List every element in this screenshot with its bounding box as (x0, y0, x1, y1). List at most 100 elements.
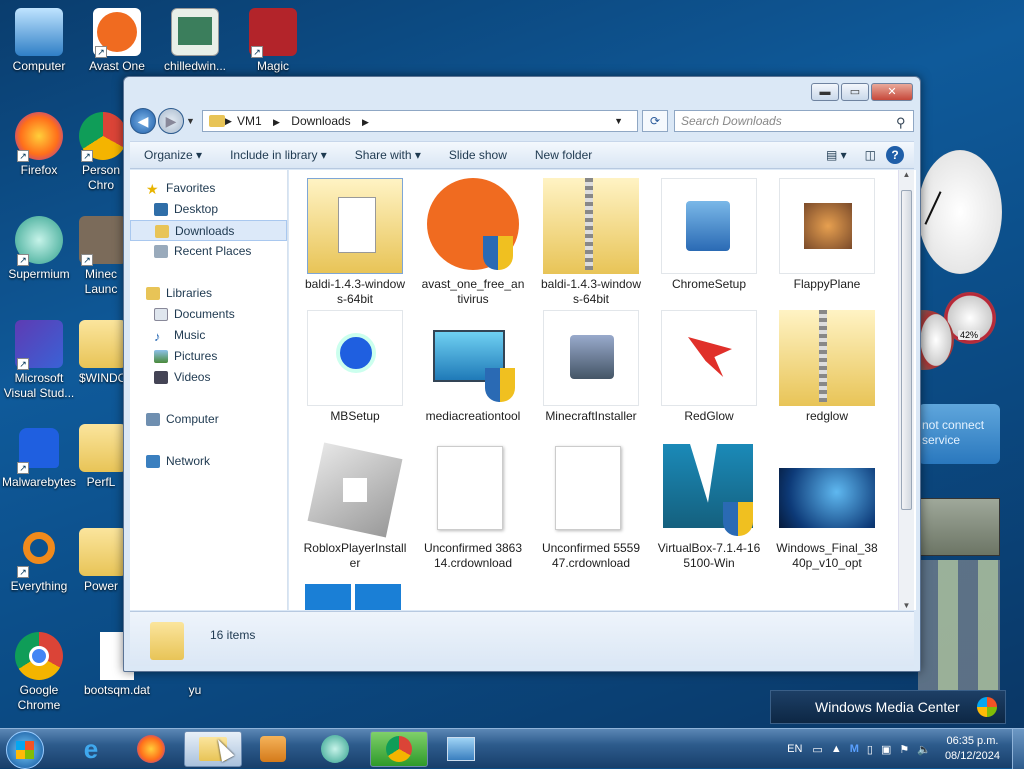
breadcrumb-separator[interactable]: ▶ (273, 117, 280, 127)
media-center-gadget[interactable]: Windows Media Center (770, 690, 1006, 724)
cpu-meter-gadget[interactable]: 42% (918, 290, 998, 378)
nav-computer[interactable]: Computer (130, 409, 287, 430)
desktop-icon-avast[interactable]: ↗ Avast One (79, 8, 155, 74)
taskbar-windows-explorer[interactable] (184, 731, 242, 767)
taskbar-control-panel[interactable] (432, 731, 490, 767)
taskbar-firefox[interactable] (122, 731, 180, 767)
nav-libraries[interactable]: Libraries (130, 283, 287, 304)
file-item[interactable] (355, 584, 401, 610)
slide-show-button[interactable]: Slide show (435, 148, 521, 162)
desktop-icon-computer[interactable]: Computer (1, 8, 77, 74)
desktop-icon-label: Malwarebytes (1, 475, 77, 489)
nav-network[interactable]: Network (130, 451, 287, 472)
back-button[interactable]: ◀ (130, 108, 156, 134)
show-hidden-icons-icon[interactable]: ▲ (831, 743, 842, 755)
nav-recent-places[interactable]: Recent Places (130, 241, 287, 262)
maximize-button[interactable]: ▭ (841, 83, 869, 101)
help-icon[interactable]: ? (886, 146, 904, 164)
desktop-icon-minecraft[interactable]: ↗ Minec Launc (79, 216, 123, 297)
file-item[interactable]: MBSetup (303, 310, 407, 424)
file-item[interactable]: Unconfirmed 386314.crdownload (421, 442, 525, 571)
taskbar-supermium[interactable] (306, 731, 364, 767)
file-item[interactable]: RobloxPlayerInstaller (303, 442, 407, 571)
file-item[interactable]: baldi-1.4.3-windows-64bit (539, 178, 643, 307)
desktop-icon-perfl[interactable]: PerfL (79, 424, 123, 490)
vertical-scrollbar[interactable]: ▲ ▼ (898, 170, 914, 610)
desktop-icon-power[interactable]: Power (79, 528, 123, 594)
network-icon[interactable]: ▣ (881, 743, 891, 756)
file-item[interactable]: VirtualBox-7.1.4-165100-Win (657, 442, 761, 571)
file-item[interactable] (305, 584, 351, 610)
file-item[interactable]: FlappyPlane (775, 178, 879, 292)
breadcrumb-separator[interactable]: ▶ (362, 117, 369, 127)
file-item[interactable]: ChromeSetup (657, 178, 761, 292)
action-center-flag-icon[interactable]: ⚑ (899, 743, 909, 756)
file-item[interactable]: baldi-1.4.3-windows-64bit (303, 178, 407, 307)
taskbar-internet-explorer[interactable]: e (62, 731, 120, 767)
desktop-icon-vstudio[interactable]: ↗ Microsoft Visual Stud... (1, 320, 77, 401)
system-tray: EN ▭ ▲ M ▯ ▣ ⚑ 🔈 06:35 p.m. 08/12/2024 (787, 729, 1024, 769)
start-button[interactable] (6, 731, 44, 769)
keyboard-icon[interactable]: ▭ (812, 743, 822, 756)
file-item[interactable]: mediacreationtool (421, 310, 525, 424)
nav-videos[interactable]: Videos (130, 367, 287, 388)
file-item[interactable]: Windows_Final_3840p_v10_opt (775, 442, 879, 571)
desktop-icon-magic[interactable]: ↗ Magic (235, 8, 311, 74)
taskbar-chrome[interactable] (370, 731, 428, 767)
desktop-icon-google-chrome[interactable]: Google Chrome (1, 632, 77, 713)
minimize-button[interactable]: ▬ (811, 83, 839, 101)
nav-music[interactable]: ♪ Music (130, 325, 287, 346)
documents-icon (154, 308, 168, 321)
file-item[interactable]: avast_one_free_antivirus (421, 178, 525, 307)
scroll-up-icon[interactable]: ▲ (899, 170, 914, 179)
clock-gadget[interactable] (918, 150, 1002, 274)
new-folder-button[interactable]: New folder (521, 148, 606, 162)
nav-documents[interactable]: Documents (130, 304, 287, 325)
search-icon[interactable]: ⚲ (896, 115, 906, 131)
organize-button[interactable]: Organize ▾ (130, 148, 216, 162)
volume-muted-icon[interactable]: 🔈 (917, 743, 931, 756)
desktop-icon-firefox[interactable]: ↗ Firefox (1, 112, 77, 178)
share-with-button[interactable]: Share with ▾ (341, 148, 435, 162)
weather-gadget[interactable]: not connect service (918, 404, 1000, 464)
desktop-icon-chilledwin[interactable]: chilledwin... (157, 8, 233, 74)
show-desktop-button[interactable] (1012, 729, 1024, 769)
calendar-gadget[interactable] (918, 560, 1000, 690)
taskbar-media-player[interactable] (244, 731, 302, 767)
language-indicator[interactable]: EN (787, 743, 802, 755)
file-item[interactable]: redglow (775, 310, 879, 424)
devices-icon[interactable]: ▯ (867, 743, 873, 756)
preview-pane-button[interactable]: ◫ (855, 148, 886, 162)
nav-favorites[interactable]: ★ Favorites (130, 178, 287, 199)
explorer-window[interactable]: ▬ ▭ ✕ ◀ ▶ ▼ ▶ VM1 ▶ Downloads ▶ ▼ ⟳ Sear… (123, 76, 921, 672)
file-item[interactable]: Unconfirmed 555947.crdownload (539, 442, 643, 571)
nav-downloads[interactable]: Downloads (130, 220, 287, 241)
breadcrumb[interactable]: ▶ VM1 ▶ Downloads ▶ ▼ (202, 110, 638, 132)
scroll-down-icon[interactable]: ▼ (899, 601, 914, 610)
slideshow-gadget[interactable] (918, 498, 1000, 556)
refresh-button[interactable]: ⟳ (642, 110, 668, 132)
close-button[interactable]: ✕ (871, 83, 913, 101)
file-item[interactable]: RedGlow (657, 310, 761, 424)
view-options-button[interactable]: ▤ ▾ (818, 148, 855, 162)
nav-pictures[interactable]: Pictures (130, 346, 287, 367)
breadcrumb-separator[interactable]: ▶ (225, 111, 232, 131)
forward-button[interactable]: ▶ (158, 108, 184, 134)
nav-desktop[interactable]: Desktop (130, 199, 287, 220)
desktop-icon-windows-folder[interactable]: $WINDO (79, 320, 123, 386)
desktop-icon-malwarebytes[interactable]: ↗ Malwarebytes (1, 424, 77, 490)
clock[interactable]: 06:35 p.m. 08/12/2024 (945, 734, 1000, 764)
desktop-icon-supermium[interactable]: ↗ Supermium (1, 216, 77, 282)
search-input[interactable]: Search Downloads (674, 110, 914, 132)
recent-pages-dropdown-icon[interactable]: ▼ (186, 116, 195, 126)
scroll-thumb[interactable] (901, 190, 912, 510)
include-in-library-button[interactable]: Include in library ▾ (216, 148, 341, 162)
malwarebytes-tray-icon[interactable]: M (850, 743, 859, 755)
desktop-icon-everything[interactable]: ↗ Everything (1, 528, 77, 594)
address-bar-row: ◀ ▶ ▼ ▶ VM1 ▶ Downloads ▶ ▼ ⟳ Search Dow… (130, 108, 914, 134)
address-dropdown-icon[interactable]: ▼ (614, 111, 623, 131)
breadcrumb-vm1[interactable]: VM1 (237, 114, 262, 128)
desktop-icon-chrome-profile[interactable]: ↗ Person Chro (79, 112, 123, 193)
breadcrumb-downloads[interactable]: Downloads (291, 114, 350, 128)
file-item[interactable]: MinecraftInstaller (539, 310, 643, 424)
